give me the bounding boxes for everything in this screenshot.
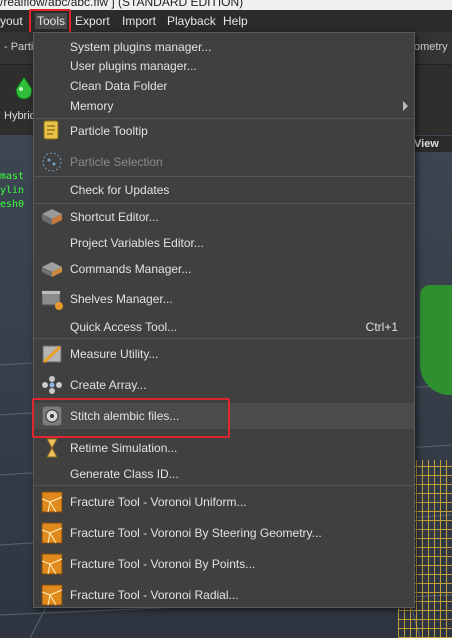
- console-line: mast: [0, 171, 25, 182]
- fracture-icon: [40, 521, 64, 545]
- menu-playback[interactable]: Playback: [167, 13, 216, 29]
- menu-item-quick-access-tool[interactable]: Quick Access Tool... Ctrl+1: [34, 314, 414, 340]
- menu-item-create-array[interactable]: Create Array...: [34, 372, 414, 398]
- window-title: /realflow/abc/abc.flw ] (STANDARD EDITIO…: [0, 0, 244, 9]
- tooltip-icon: [40, 119, 64, 143]
- menu-item-memory[interactable]: Memory: [34, 93, 414, 119]
- scene-outliner-text: mast ylin esh0: [0, 170, 24, 212]
- menu-item-project-variables-editor[interactable]: Project Variables Editor...: [34, 230, 414, 256]
- menu-item-fracture-voronoi-uniform[interactable]: Fracture Tool - Voronoi Uniform...: [34, 489, 414, 515]
- menu-item-generate-class-id[interactable]: Generate Class ID...: [34, 461, 414, 487]
- shortcut-label: Ctrl+1: [365, 320, 398, 334]
- commands-icon: [40, 257, 64, 281]
- menu-item-measure-utility[interactable]: Measure Utility...: [34, 341, 414, 367]
- menu-item-shelves-manager[interactable]: Shelves Manager...: [34, 286, 414, 312]
- menu-item-particle-tooltip[interactable]: Particle Tooltip: [34, 118, 414, 144]
- menu-item-fracture-voronoi-radial[interactable]: Fracture Tool - Voronoi Radial...: [34, 582, 414, 608]
- menu-item-check-for-updates[interactable]: Check for Updates: [34, 177, 414, 203]
- menu-help[interactable]: Help: [223, 13, 248, 29]
- menu-export[interactable]: Export: [75, 13, 110, 29]
- menu-item-particle-selection: Particle Selection: [34, 149, 414, 175]
- tools-dropdown-menu: System plugins manager... User plugins m…: [33, 32, 415, 608]
- menu-separator: [34, 485, 414, 486]
- keyboard-icon: [40, 205, 64, 229]
- tab-particles[interactable]: - Parti: [4, 41, 33, 53]
- menu-separator: [34, 338, 414, 339]
- submenu-arrow-icon: [403, 101, 408, 111]
- menu-item-retime-simulation[interactable]: Retime Simulation...: [34, 435, 414, 461]
- array-icon: [40, 373, 64, 397]
- stitch-alembic-highlight-box: [32, 398, 230, 438]
- menu-import[interactable]: Import: [122, 13, 156, 29]
- hourglass-icon: [40, 436, 64, 460]
- fracture-icon: [40, 583, 64, 607]
- menu-item-commands-manager[interactable]: Commands Manager...: [34, 256, 414, 282]
- tab-geometry[interactable]: ometry: [414, 41, 448, 53]
- hybrid-icon[interactable]: [14, 75, 34, 101]
- fracture-icon: [40, 490, 64, 514]
- measure-icon: [40, 342, 64, 366]
- menu-item-fracture-voronoi-points[interactable]: Fracture Tool - Voronoi By Points...: [34, 551, 414, 577]
- menu-item-fracture-voronoi-steering[interactable]: Fracture Tool - Voronoi By Steering Geom…: [34, 520, 414, 546]
- shelf-hybrid-label: Hybrid: [4, 110, 36, 122]
- console-line: esh0: [0, 199, 25, 210]
- green-mesh-object[interactable]: [420, 285, 452, 395]
- console-line: ylin: [0, 185, 25, 196]
- fracture-icon: [40, 552, 64, 576]
- shelves-icon: [40, 287, 64, 311]
- menu-item-shortcut-editor[interactable]: Shortcut Editor...: [34, 204, 414, 230]
- menu-layout[interactable]: yout: [0, 13, 23, 29]
- particle-selection-icon: [40, 150, 64, 174]
